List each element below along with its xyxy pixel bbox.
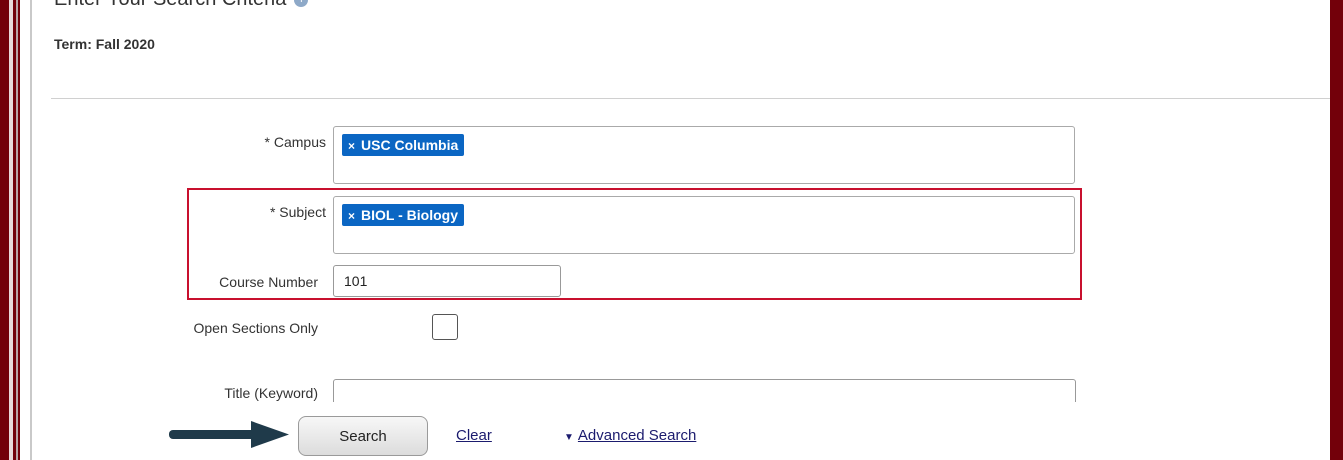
search-button[interactable]: Search bbox=[298, 416, 428, 456]
campus-chip-label: USC Columbia bbox=[361, 137, 459, 153]
advanced-search-label: Advanced Search bbox=[577, 427, 697, 444]
arrow-right-icon bbox=[169, 421, 289, 448]
open-sections-label: Open Sections Only bbox=[193, 320, 318, 336]
title-keyword-input[interactable] bbox=[333, 379, 1076, 403]
frame-edge bbox=[9, 0, 13, 460]
clear-link[interactable]: Clear bbox=[456, 427, 492, 444]
term-label: Term: Fall 2020 bbox=[54, 36, 155, 52]
info-icon[interactable]: i bbox=[294, 0, 309, 7]
campus-label: * Campus bbox=[264, 134, 326, 150]
advanced-search-link[interactable]: ▼ Advanced Search bbox=[564, 427, 696, 444]
form-footer: Search Clear ▼ Advanced Search bbox=[51, 402, 1330, 460]
open-sections-checkbox[interactable] bbox=[432, 314, 458, 340]
highlight-box bbox=[187, 188, 1082, 300]
caret-down-icon: ▼ bbox=[564, 432, 574, 443]
search-form: * Campus × USC Columbia * Subject × BIOL -… bbox=[51, 98, 1330, 404]
campus-select[interactable]: × USC Columbia bbox=[333, 126, 1075, 184]
search-panel: Enter Your Search Criteria i Term: Fall 2… bbox=[20, 0, 1330, 460]
page-title-text: Enter Your Search Criteria bbox=[54, 0, 286, 10]
page-title: Enter Your Search Criteria i bbox=[54, 0, 309, 11]
remove-chip-icon[interactable]: × bbox=[348, 139, 355, 153]
title-keyword-label: Title (Keyword) bbox=[224, 385, 318, 401]
frame-edge-inner bbox=[16, 0, 18, 460]
campus-chip[interactable]: × USC Columbia bbox=[342, 134, 465, 156]
panel-divider bbox=[30, 0, 32, 460]
